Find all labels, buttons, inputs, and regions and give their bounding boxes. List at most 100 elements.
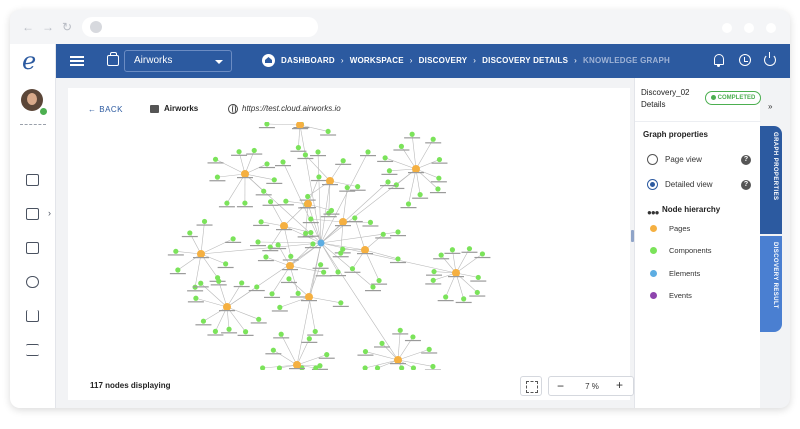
- breadcrumb-workspace[interactable]: WORKSPACE: [350, 56, 404, 65]
- component-node[interactable]: [312, 328, 318, 335]
- component-node[interactable]: [325, 128, 331, 135]
- component-node[interactable]: [365, 149, 371, 155]
- help-icon[interactable]: ?: [741, 180, 751, 190]
- component-node[interactable]: [305, 193, 311, 200]
- component-node[interactable]: [226, 326, 232, 332]
- component-node[interactable]: [263, 254, 269, 260]
- component-node[interactable]: [382, 155, 388, 161]
- tab-graph-properties[interactable]: GRAPH PROPERTIES: [760, 126, 782, 234]
- component-node[interactable]: [362, 348, 369, 355]
- power-icon[interactable]: [764, 52, 776, 66]
- component-node[interactable]: [242, 329, 249, 335]
- component-node[interactable]: [251, 147, 257, 154]
- component-node[interactable]: [308, 216, 314, 222]
- component-node[interactable]: [438, 252, 444, 258]
- component-node[interactable]: [315, 149, 321, 155]
- component-node[interactable]: [379, 340, 385, 346]
- window-dot-2[interactable]: [744, 23, 754, 33]
- browser-forward-icon[interactable]: →: [42, 20, 54, 34]
- app-logo[interactable]: ℯ: [22, 47, 36, 75]
- project-url[interactable]: https://test.cloud.airworks.io: [242, 104, 341, 113]
- component-node[interactable]: [187, 230, 193, 236]
- component-node[interactable]: [380, 231, 386, 237]
- home-icon[interactable]: [262, 54, 275, 67]
- component-node[interactable]: [224, 200, 230, 206]
- component-node[interactable]: [417, 192, 423, 198]
- component-node[interactable]: [431, 268, 437, 275]
- component-node[interactable]: [443, 294, 449, 300]
- page-node[interactable]: [361, 246, 369, 254]
- component-node[interactable]: [395, 229, 401, 235]
- component-node[interactable]: [173, 248, 179, 254]
- page-node[interactable]: [305, 293, 313, 301]
- component-node[interactable]: [338, 300, 344, 306]
- component-node[interactable]: [430, 363, 436, 370]
- component-node[interactable]: [385, 179, 391, 185]
- browser-address-bar[interactable]: [82, 17, 318, 37]
- chevron-right-icon[interactable]: ›: [48, 208, 51, 218]
- component-node[interactable]: [278, 331, 284, 337]
- page-node[interactable]: [241, 170, 249, 178]
- component-node[interactable]: [430, 277, 436, 283]
- component-node[interactable]: [239, 280, 245, 286]
- component-node[interactable]: [214, 174, 221, 180]
- component-node[interactable]: [254, 284, 260, 290]
- page-node[interactable]: [293, 361, 301, 369]
- component-node[interactable]: [236, 149, 242, 155]
- component-node[interactable]: [242, 200, 248, 206]
- page-view-radio[interactable]: [647, 154, 658, 165]
- component-node[interactable]: [264, 161, 270, 167]
- component-node[interactable]: [295, 145, 302, 151]
- component-node[interactable]: [255, 239, 261, 245]
- page-node[interactable]: [304, 200, 312, 208]
- component-node[interactable]: [355, 184, 361, 190]
- window-dot-1[interactable]: [722, 23, 732, 33]
- component-node[interactable]: [286, 276, 292, 282]
- component-node[interactable]: [223, 261, 229, 267]
- component-node[interactable]: [216, 278, 222, 284]
- component-node[interactable]: [340, 158, 346, 164]
- component-node[interactable]: [269, 291, 275, 297]
- component-node[interactable]: [405, 201, 412, 207]
- component-node[interactable]: [230, 236, 236, 242]
- component-node[interactable]: [288, 253, 294, 259]
- component-node[interactable]: [283, 198, 289, 204]
- component-node[interactable]: [395, 256, 401, 262]
- component-node[interactable]: [267, 199, 274, 205]
- component-node[interactable]: [426, 346, 432, 352]
- component-node[interactable]: [466, 246, 473, 252]
- component-node[interactable]: [461, 296, 467, 302]
- component-node[interactable]: [430, 136, 436, 142]
- component-node[interactable]: [338, 250, 344, 256]
- fit-to-screen-button[interactable]: [520, 376, 542, 396]
- component-node[interactable]: [200, 318, 207, 324]
- component-node[interactable]: [260, 365, 266, 370]
- component-node[interactable]: [410, 365, 417, 370]
- component-node[interactable]: [374, 365, 381, 370]
- page-node[interactable]: [197, 250, 205, 258]
- page-node[interactable]: [326, 177, 334, 185]
- component-node[interactable]: [398, 143, 405, 150]
- knowledge-graph[interactable]: [68, 122, 630, 370]
- component-node[interactable]: [370, 284, 376, 290]
- component-node[interactable]: [271, 177, 277, 183]
- detailed-view-label[interactable]: Detailed view: [665, 180, 713, 189]
- component-node[interactable]: [308, 229, 314, 236]
- component-node[interactable]: [256, 316, 262, 322]
- page-node[interactable]: [223, 303, 231, 311]
- component-node[interactable]: [280, 159, 286, 165]
- component-node[interactable]: [328, 207, 335, 214]
- video-icon[interactable]: [26, 242, 39, 254]
- menu-icon[interactable]: [70, 56, 84, 66]
- workspace-select[interactable]: Airworks: [124, 50, 232, 72]
- component-node[interactable]: [352, 215, 358, 221]
- component-node[interactable]: [409, 131, 415, 137]
- settings-gear-icon[interactable]: [39, 107, 48, 116]
- component-node[interactable]: [261, 188, 267, 194]
- help-icon[interactable]: ?: [741, 155, 751, 165]
- clock-icon[interactable]: [739, 54, 751, 66]
- component-node[interactable]: [193, 295, 199, 301]
- component-node[interactable]: [303, 230, 309, 236]
- component-node[interactable]: [386, 168, 393, 174]
- page-node[interactable]: [280, 222, 288, 230]
